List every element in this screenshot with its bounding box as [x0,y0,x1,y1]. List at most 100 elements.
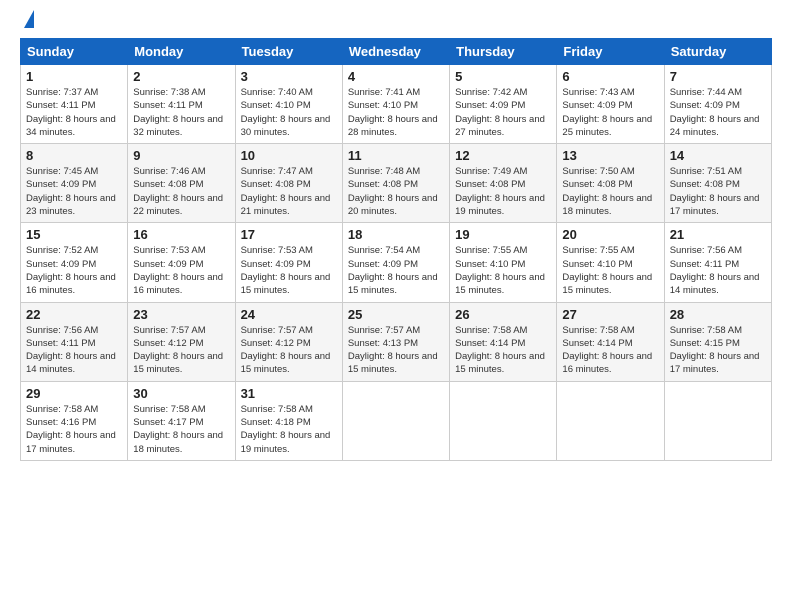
calendar-cell: 12 Sunrise: 7:49 AMSunset: 4:08 PMDaylig… [450,144,557,223]
calendar-cell: 16 Sunrise: 7:53 AMSunset: 4:09 PMDaylig… [128,223,235,302]
page: SundayMondayTuesdayWednesdayThursdayFrid… [0,0,792,612]
calendar-cell: 20 Sunrise: 7:55 AMSunset: 4:10 PMDaylig… [557,223,664,302]
calendar-cell: 17 Sunrise: 7:53 AMSunset: 4:09 PMDaylig… [235,223,342,302]
day-number: 11 [348,148,444,163]
day-info: Sunrise: 7:42 AMSunset: 4:09 PMDaylight:… [455,87,545,138]
day-number: 21 [670,227,766,242]
header [20,18,772,28]
day-info: Sunrise: 7:58 AMSunset: 4:18 PMDaylight:… [241,404,331,455]
calendar-cell: 8 Sunrise: 7:45 AMSunset: 4:09 PMDayligh… [21,144,128,223]
calendar-week-row: 8 Sunrise: 7:45 AMSunset: 4:09 PMDayligh… [21,144,772,223]
calendar-week-row: 1 Sunrise: 7:37 AMSunset: 4:11 PMDayligh… [21,65,772,144]
day-number: 23 [133,307,229,322]
calendar-cell: 11 Sunrise: 7:48 AMSunset: 4:08 PMDaylig… [342,144,449,223]
calendar-cell: 23 Sunrise: 7:57 AMSunset: 4:12 PMDaylig… [128,302,235,381]
calendar-cell: 29 Sunrise: 7:58 AMSunset: 4:16 PMDaylig… [21,381,128,460]
day-number: 17 [241,227,337,242]
calendar-cell: 10 Sunrise: 7:47 AMSunset: 4:08 PMDaylig… [235,144,342,223]
calendar-header-row: SundayMondayTuesdayWednesdayThursdayFrid… [21,39,772,65]
day-number: 2 [133,69,229,84]
calendar-header-saturday: Saturday [664,39,771,65]
logo-triangle-icon [24,10,34,28]
calendar-cell: 22 Sunrise: 7:56 AMSunset: 4:11 PMDaylig… [21,302,128,381]
day-number: 3 [241,69,337,84]
calendar-cell [664,381,771,460]
day-number: 6 [562,69,658,84]
calendar-cell: 28 Sunrise: 7:58 AMSunset: 4:15 PMDaylig… [664,302,771,381]
day-info: Sunrise: 7:53 AMSunset: 4:09 PMDaylight:… [133,245,223,296]
day-number: 29 [26,386,122,401]
day-number: 31 [241,386,337,401]
calendar-week-row: 29 Sunrise: 7:58 AMSunset: 4:16 PMDaylig… [21,381,772,460]
calendar-cell: 3 Sunrise: 7:40 AMSunset: 4:10 PMDayligh… [235,65,342,144]
day-info: Sunrise: 7:54 AMSunset: 4:09 PMDaylight:… [348,245,438,296]
day-number: 28 [670,307,766,322]
day-number: 12 [455,148,551,163]
calendar-header-monday: Monday [128,39,235,65]
day-info: Sunrise: 7:57 AMSunset: 4:12 PMDaylight:… [133,325,223,376]
day-number: 27 [562,307,658,322]
day-number: 13 [562,148,658,163]
calendar-header-friday: Friday [557,39,664,65]
day-number: 14 [670,148,766,163]
day-info: Sunrise: 7:58 AMSunset: 4:17 PMDaylight:… [133,404,223,455]
calendar-cell: 14 Sunrise: 7:51 AMSunset: 4:08 PMDaylig… [664,144,771,223]
day-number: 10 [241,148,337,163]
calendar-cell: 24 Sunrise: 7:57 AMSunset: 4:12 PMDaylig… [235,302,342,381]
calendar-cell: 1 Sunrise: 7:37 AMSunset: 4:11 PMDayligh… [21,65,128,144]
calendar-header-thursday: Thursday [450,39,557,65]
calendar-header-tuesday: Tuesday [235,39,342,65]
day-number: 9 [133,148,229,163]
day-number: 22 [26,307,122,322]
day-number: 16 [133,227,229,242]
calendar-cell: 7 Sunrise: 7:44 AMSunset: 4:09 PMDayligh… [664,65,771,144]
day-info: Sunrise: 7:44 AMSunset: 4:09 PMDaylight:… [670,87,760,138]
day-info: Sunrise: 7:43 AMSunset: 4:09 PMDaylight:… [562,87,652,138]
day-info: Sunrise: 7:53 AMSunset: 4:09 PMDaylight:… [241,245,331,296]
day-number: 24 [241,307,337,322]
day-info: Sunrise: 7:40 AMSunset: 4:10 PMDaylight:… [241,87,331,138]
calendar-header-sunday: Sunday [21,39,128,65]
day-number: 26 [455,307,551,322]
calendar-cell: 15 Sunrise: 7:52 AMSunset: 4:09 PMDaylig… [21,223,128,302]
day-info: Sunrise: 7:56 AMSunset: 4:11 PMDaylight:… [26,325,116,376]
day-info: Sunrise: 7:58 AMSunset: 4:15 PMDaylight:… [670,325,760,376]
logo [20,18,34,28]
calendar-cell: 18 Sunrise: 7:54 AMSunset: 4:09 PMDaylig… [342,223,449,302]
calendar-cell: 6 Sunrise: 7:43 AMSunset: 4:09 PMDayligh… [557,65,664,144]
calendar-cell: 26 Sunrise: 7:58 AMSunset: 4:14 PMDaylig… [450,302,557,381]
day-number: 1 [26,69,122,84]
calendar-week-row: 15 Sunrise: 7:52 AMSunset: 4:09 PMDaylig… [21,223,772,302]
day-info: Sunrise: 7:51 AMSunset: 4:08 PMDaylight:… [670,166,760,217]
day-info: Sunrise: 7:57 AMSunset: 4:13 PMDaylight:… [348,325,438,376]
day-number: 5 [455,69,551,84]
day-info: Sunrise: 7:55 AMSunset: 4:10 PMDaylight:… [455,245,545,296]
calendar-cell: 31 Sunrise: 7:58 AMSunset: 4:18 PMDaylig… [235,381,342,460]
day-info: Sunrise: 7:58 AMSunset: 4:14 PMDaylight:… [455,325,545,376]
calendar-cell: 19 Sunrise: 7:55 AMSunset: 4:10 PMDaylig… [450,223,557,302]
calendar-cell: 13 Sunrise: 7:50 AMSunset: 4:08 PMDaylig… [557,144,664,223]
day-info: Sunrise: 7:58 AMSunset: 4:16 PMDaylight:… [26,404,116,455]
day-info: Sunrise: 7:48 AMSunset: 4:08 PMDaylight:… [348,166,438,217]
day-info: Sunrise: 7:52 AMSunset: 4:09 PMDaylight:… [26,245,116,296]
day-info: Sunrise: 7:38 AMSunset: 4:11 PMDaylight:… [133,87,223,138]
day-info: Sunrise: 7:50 AMSunset: 4:08 PMDaylight:… [562,166,652,217]
day-info: Sunrise: 7:49 AMSunset: 4:08 PMDaylight:… [455,166,545,217]
day-number: 4 [348,69,444,84]
day-info: Sunrise: 7:55 AMSunset: 4:10 PMDaylight:… [562,245,652,296]
calendar-cell: 9 Sunrise: 7:46 AMSunset: 4:08 PMDayligh… [128,144,235,223]
day-number: 20 [562,227,658,242]
day-info: Sunrise: 7:37 AMSunset: 4:11 PMDaylight:… [26,87,116,138]
day-info: Sunrise: 7:45 AMSunset: 4:09 PMDaylight:… [26,166,116,217]
calendar-header-wednesday: Wednesday [342,39,449,65]
calendar-cell: 25 Sunrise: 7:57 AMSunset: 4:13 PMDaylig… [342,302,449,381]
calendar-cell: 2 Sunrise: 7:38 AMSunset: 4:11 PMDayligh… [128,65,235,144]
calendar-cell: 27 Sunrise: 7:58 AMSunset: 4:14 PMDaylig… [557,302,664,381]
day-info: Sunrise: 7:41 AMSunset: 4:10 PMDaylight:… [348,87,438,138]
day-number: 15 [26,227,122,242]
calendar-cell [557,381,664,460]
day-info: Sunrise: 7:58 AMSunset: 4:14 PMDaylight:… [562,325,652,376]
day-number: 25 [348,307,444,322]
calendar-cell: 4 Sunrise: 7:41 AMSunset: 4:10 PMDayligh… [342,65,449,144]
day-number: 7 [670,69,766,84]
